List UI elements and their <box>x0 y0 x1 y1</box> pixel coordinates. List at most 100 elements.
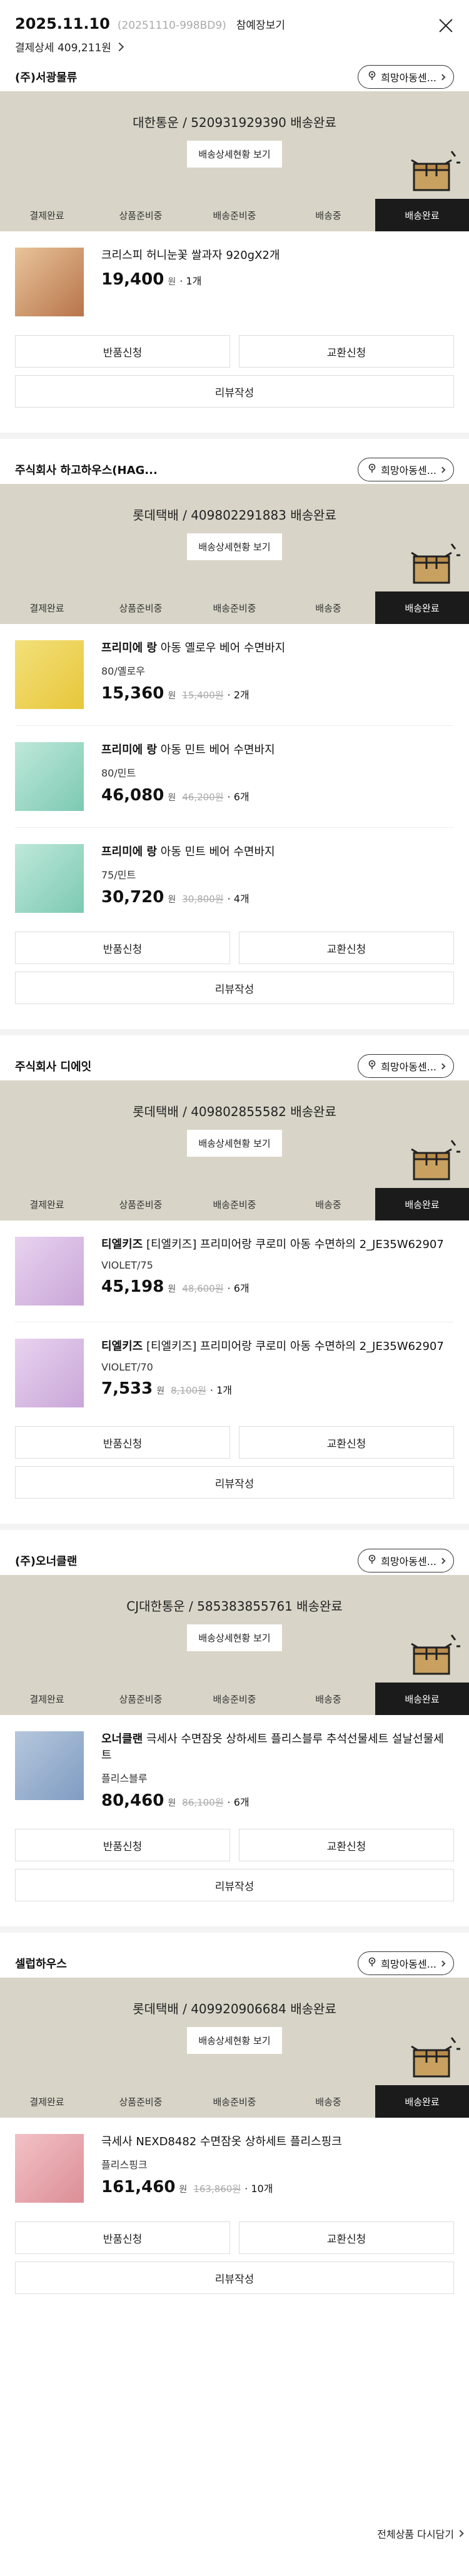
shipment-banner: 롯데택배 / 409920906684 배송완료 배송상세현황 보기 <box>0 1978 469 2085</box>
delivered-box-icon <box>408 1631 460 1676</box>
seller-name: (주)오너클랜 <box>15 1555 78 1568</box>
delivered-box-icon <box>408 148 460 193</box>
seller-section: (주)오너클랜 희망아동센... CJ대한통운 / 585383855761 배송완… <box>0 1546 469 1949</box>
chevron-right-icon <box>439 1557 446 1564</box>
delivery-step: 배송중 <box>315 1199 341 1210</box>
product-item[interactable]: 프리미에 랑 아동 옐로우 베어 수면바지 80/옐로우 15,360 원 15,400… <box>0 624 469 709</box>
product-brand: 티엘키즈 <box>101 1340 143 1353</box>
product-item[interactable]: 크리스피 허니눈꽃 쌀과자 920gX2개 19,400 원 · 1개 <box>0 231 469 316</box>
item-actions: 반품신청 교환신청리뷰작성 <box>0 316 469 408</box>
delivery-step: 배송준비중 <box>213 602 256 614</box>
product-thumbnail[interactable] <box>15 1339 84 1407</box>
product-name: 티엘키즈 [티엘키즈] 프리미어랑 쿠로미 아동 수면하의 2_JE35W629… <box>101 1339 444 1355</box>
seller-section: 셀럽하우스 희망아동센... 롯데택배 / 409920906684 배송완료 배송상… <box>0 1949 469 2319</box>
chevron-right-icon <box>439 74 446 80</box>
product-brand: 티엘키즈 <box>101 1238 143 1251</box>
exchange-request-button[interactable]: 교환신청 <box>239 2221 454 2254</box>
shipment-detail-button[interactable]: 배송상세현황 보기 <box>187 533 282 560</box>
return-request-button[interactable]: 반품신청 <box>15 2221 230 2254</box>
write-review-button[interactable]: 리뷰작성 <box>15 2262 454 2294</box>
item-actions: 반품신청 교환신청리뷰작성 <box>0 2203 469 2294</box>
delivery-step: 결제완료 <box>29 1693 64 1705</box>
shipment-detail-button[interactable]: 배송상세현황 보기 <box>187 1624 282 1651</box>
reorder-label: 전체상품 다시담기 <box>377 2528 454 2540</box>
price-row: 46,080 원 46,200원 · 6개 <box>101 786 275 805</box>
shipment-info: 롯데택배 / 409802855582 배송완료 <box>133 1104 336 1119</box>
product-title: 아동 민트 베어 수면바지 <box>157 845 275 858</box>
product-item[interactable]: 티엘키즈 [티엘키즈] 프리미어랑 쿠로미 아동 수면하의 2_JE35W629… <box>0 1220 469 1306</box>
write-review-button[interactable]: 리뷰작성 <box>15 1869 454 1901</box>
seller-header: 주식회사 하고하우스(HAG... 희망아동센... <box>0 455 469 484</box>
payment-detail-link[interactable]: 결제상세 409,211원 <box>15 39 454 54</box>
delivered-box-icon <box>408 2034 460 2079</box>
hope-center-label: 희망아동센... <box>381 1556 436 1567</box>
shipment-banner: 롯데택배 / 409802855582 배송완료배송상세현황 보기 <box>0 1080 469 1188</box>
price-row: 80,460 원 86,100원 · 6개 <box>101 1791 454 1810</box>
product-thumbnail[interactable] <box>15 1237 84 1306</box>
exchange-request-button[interactable]: 교환신청 <box>239 335 454 368</box>
hope-center-button[interactable]: 희망아동센... <box>358 1549 454 1572</box>
seller-header: (주)오너클랜 희망아동센... <box>0 1546 469 1575</box>
product-name: 프리미에 랑 아동 옐로우 베어 수면바지 <box>101 640 285 657</box>
delivered-box-icon <box>408 1137 460 1182</box>
product-item[interactable]: 프리미에 랑 아동 민트 베어 수면바지 80/민트 46,080 원 46,200원 ·… <box>0 726 469 811</box>
shipment-detail-button[interactable]: 배송상세현황 보기 <box>187 141 282 168</box>
exchange-request-button[interactable]: 교환신청 <box>239 932 454 964</box>
hope-center-button[interactable]: 희망아동센... <box>358 1951 454 1975</box>
section-divider <box>0 433 469 439</box>
write-review-button[interactable]: 리뷰작성 <box>15 972 454 1004</box>
hope-center-button[interactable]: 희망아동센... <box>358 1054 454 1078</box>
product-item[interactable]: 프리미에 랑 아동 민트 베어 수면바지 75/민트 30,720 원 30,800원 ·… <box>0 828 469 913</box>
product-item[interactable]: 티엘키즈 [티엘키즈] 프리미어랑 쿠로미 아동 수면하의 2_JE35W629… <box>0 1322 469 1407</box>
currency-label: 원 <box>168 793 176 803</box>
seller-header: (주)서광물류 희망아동센... <box>0 63 469 91</box>
seller-header: 셀럽하우스 희망아동센... <box>0 1949 469 1978</box>
product-title: 극세사 수면잠옷 상하세트 플리스블루 추석선물세트 설날선물세트 <box>101 1733 444 1762</box>
return-request-button[interactable]: 반품신청 <box>15 932 230 964</box>
product-thumbnail[interactable] <box>15 640 84 709</box>
product-price: 15,360 <box>101 684 164 703</box>
exchange-request-button[interactable]: 교환신청 <box>239 1829 454 1861</box>
delivery-step: 결제완료 <box>29 2096 64 2108</box>
product-quantity: · 10개 <box>245 2183 273 2195</box>
delivery-step: 상품준비중 <box>119 1693 163 1705</box>
section-divider <box>0 1029 469 1035</box>
exchange-request-button[interactable]: 교환신청 <box>239 1426 454 1459</box>
price-row: 45,198 원 48,600원 · 6개 <box>101 1277 444 1296</box>
product-thumbnail[interactable] <box>15 844 84 913</box>
product-name: 프리미에 랑 아동 민트 베어 수면바지 <box>101 844 275 860</box>
product-thumbnail[interactable] <box>15 2134 84 2203</box>
product-thumbnail[interactable] <box>15 742 84 811</box>
chevron-right-icon <box>439 466 446 473</box>
hope-center-button[interactable]: 희망아동센... <box>358 458 454 481</box>
product-option: 80/옐로우 <box>101 665 145 677</box>
product-option: 플리스핑크 <box>101 2159 148 2171</box>
return-request-button[interactable]: 반품신청 <box>15 1829 230 1861</box>
price-row: 15,360 원 15,400원 · 2개 <box>101 684 285 703</box>
write-review-button[interactable]: 리뷰작성 <box>15 1466 454 1499</box>
return-request-button[interactable]: 반품신청 <box>15 1426 230 1459</box>
product-title: 아동 민트 베어 수면바지 <box>157 743 275 757</box>
write-review-button[interactable]: 리뷰작성 <box>15 375 454 408</box>
order-number: (20251110-998BD9) <box>117 19 226 32</box>
preview-link[interactable]: 참예장보기 <box>236 16 285 32</box>
product-item[interactable]: 극세사 NEXD8482 수면잠옷 상하세트 플리스핑크플리스핑크 161,460… <box>0 2118 469 2203</box>
reorder-link[interactable]: 전체상품 다시담기 <box>377 2526 464 2541</box>
return-request-button[interactable]: 반품신청 <box>15 335 230 368</box>
seller-section: 주식회사 디에잇 희망아동센... 롯데택배 / 409802855582 배송완료… <box>0 1052 469 1546</box>
shipment-detail-button[interactable]: 배송상세현황 보기 <box>187 1130 282 1157</box>
delivery-steps: 결제완료 상품준비중 배송준비중 배송중 배송완료 <box>0 2085 469 2118</box>
product-thumbnail[interactable] <box>15 1731 84 1800</box>
section-divider <box>0 1524 469 1530</box>
product-title: 극세사 NEXD8482 수면잠옷 상하세트 플리스핑크 <box>101 2135 342 2148</box>
shipment-info: 대한통운 / 520931929390 배송완료 <box>133 115 336 130</box>
delivery-steps: 결제완료 상품준비중 배송준비중 배송중 배송완료 <box>0 199 469 231</box>
shipment-banner: 대한통운 / 520931929390 배송완료배송상세현황 보기 <box>0 91 469 199</box>
shipment-detail-button[interactable]: 배송상세현황 보기 <box>187 2027 282 2054</box>
product-thumbnail[interactable] <box>15 248 84 316</box>
close-icon[interactable] <box>436 16 455 35</box>
hope-center-button[interactable]: 희망아동센... <box>358 65 454 89</box>
seller-name: 주식회사 하고하우스(HAG... <box>15 464 158 477</box>
product-item[interactable]: 오너클랜 극세사 수면잠옷 상하세트 플리스블루 추석선물세트 설날선물세트 플리… <box>0 1715 469 1810</box>
product-price: 161,460 <box>101 2178 176 2196</box>
